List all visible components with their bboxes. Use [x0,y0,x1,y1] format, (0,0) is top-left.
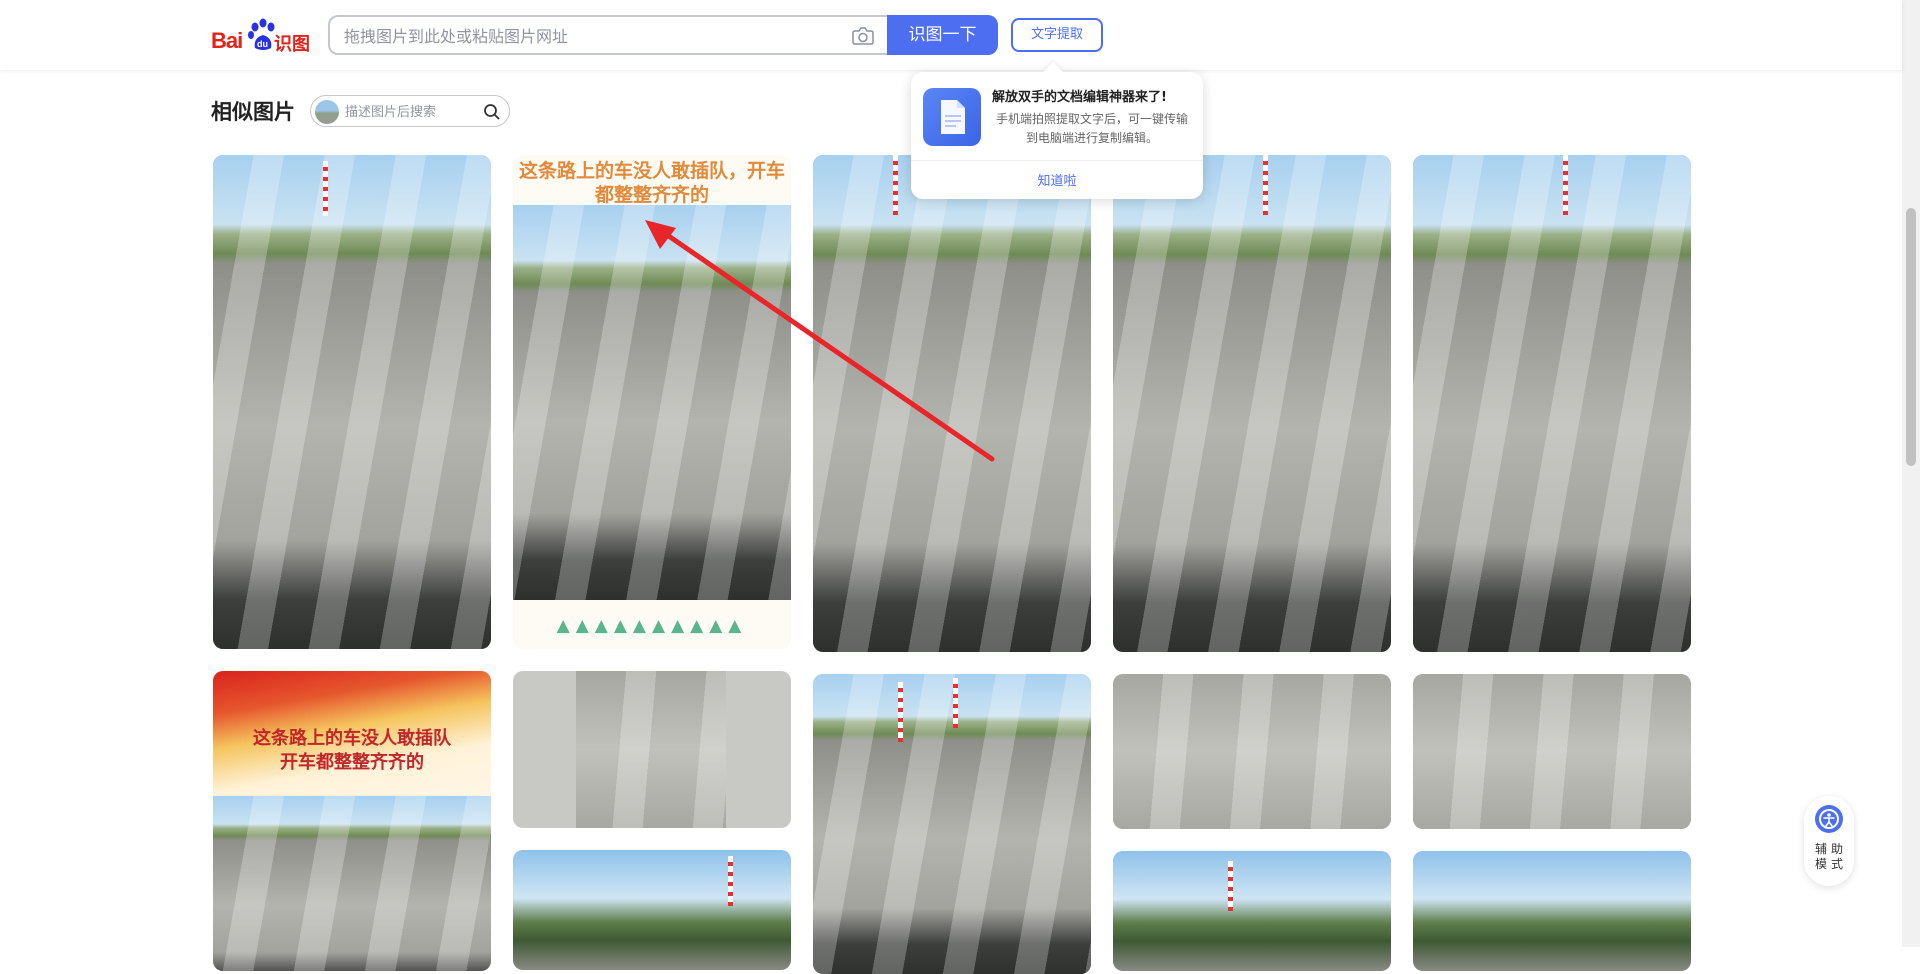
describe-search-box [310,95,510,127]
similar-image-13[interactable] [1413,851,1691,971]
svg-text:du: du [257,39,268,49]
similar-image-5[interactable] [1413,155,1691,652]
similar-image-4[interactable] [1113,155,1391,652]
similar-image-12[interactable] [1413,674,1691,829]
header: Bai du 识图 识图一下 文字提取 [0,0,1902,70]
scrollbar-track[interactable] [1902,0,1920,947]
search-box [328,15,888,55]
similar-image-7[interactable] [513,671,791,828]
search-icon[interactable] [483,103,501,121]
logo-text-shitu: 识图 [274,34,310,55]
document-icon [923,88,981,146]
similar-image-9[interactable] [813,674,1091,974]
similar-image-11[interactable] [1113,851,1391,971]
assist-mode-button[interactable]: 辅助模式 [1804,796,1854,886]
accessibility-icon [1815,805,1843,833]
popup-description: 手机端拍照提取文字后，可一键传输到电脑端进行复制编辑。 [995,112,1188,145]
image-url-input[interactable] [344,25,824,47]
image-caption: 这条路上的车没人敢插队 开车都整整齐齐的 [253,728,451,773]
scrollbar-thumb[interactable] [1906,208,1916,466]
popup-divider [911,160,1203,161]
query-image-thumbnail [315,100,339,124]
promo-popup: 解放双手的文档编辑神器来了! 手机端拍照提取文字后，可一键传输到电脑端进行复制编… [911,62,1203,199]
assist-mode-label: 辅助模式 [1814,842,1847,871]
similar-image-6[interactable]: 这条路上的车没人敢插队 开车都整整齐齐的 [213,671,491,971]
pine-decoration: ▲▲▲▲▲▲▲▲▲▲ [513,603,791,649]
red-arrow-annotation [645,220,995,462]
similar-image-1[interactable] [213,155,491,649]
camera-icon[interactable] [852,26,874,46]
similar-image-8[interactable] [513,850,791,970]
popup-title: 解放双手的文档编辑神器来了! [992,90,1167,105]
popup-confirm-button[interactable]: 知道啦 [911,170,1203,189]
search-button[interactable]: 识图一下 [887,15,998,55]
image-caption: 这条路上的车没人敢插队，开车都整整齐齐的 [519,160,786,206]
section-title: 相似图片 [211,100,295,124]
baidu-shitu-logo[interactable]: Bai du 识图 [211,18,311,55]
logo-text-bai: Bai [211,28,243,53]
text-extract-button[interactable]: 文字提取 [1011,18,1103,52]
describe-search-input[interactable] [345,102,475,122]
similar-image-10[interactable] [1113,674,1391,829]
